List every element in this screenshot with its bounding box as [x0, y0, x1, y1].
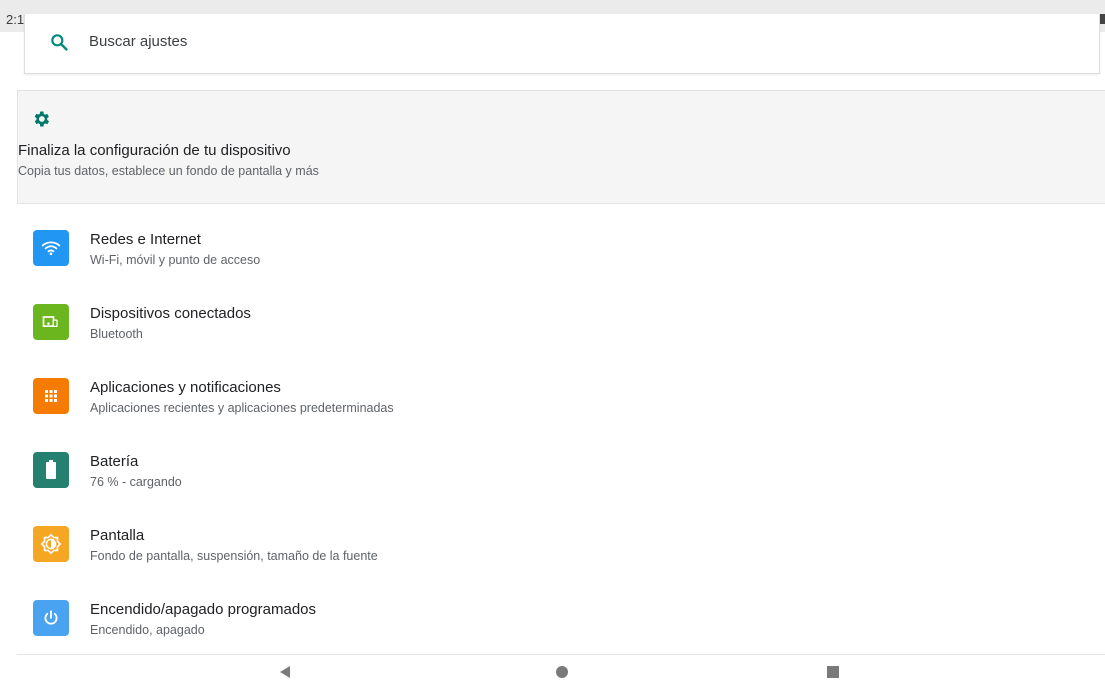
settings-item-title: Aplicaciones y notificaciones	[90, 379, 281, 396]
settings-item-title: Encendido/apagado programados	[90, 601, 317, 618]
settings-item-subtitle: Wi-Fi, móvil y punto de acceso	[90, 253, 261, 267]
battery-icon	[33, 452, 69, 488]
wifi-icon	[33, 230, 69, 266]
settings-item-title: Redes e Internet	[90, 231, 201, 248]
settings-item-subtitle: Fondo de pantalla, suspensión, tamaño de…	[90, 549, 378, 563]
brightness-icon	[33, 526, 69, 562]
settings-item-title: Batería	[90, 453, 139, 470]
devices-icon	[33, 304, 69, 340]
setup-card-subtitle: Copia tus datos, establece un fondo de p…	[18, 164, 319, 178]
settings-item-scheduled-power[interactable]: Encendido/apagado programados Encendido,…	[0, 590, 1105, 664]
search-input[interactable]: Buscar ajustes	[89, 33, 187, 50]
power-icon	[33, 600, 69, 636]
settings-item-battery[interactable]: Batería 76 % - cargando	[0, 442, 1105, 516]
navigation-bar	[0, 655, 1105, 684]
search-bar[interactable]: Buscar ajustes	[24, 14, 1100, 74]
gear-icon	[34, 111, 49, 127]
settings-item-connected-devices[interactable]: Dispositivos conectados Bluetooth	[0, 294, 1105, 368]
back-icon[interactable]	[278, 665, 292, 679]
settings-item-apps[interactable]: Aplicaciones y notificaciones Aplicacion…	[0, 368, 1105, 442]
setup-card-title: Finaliza la configuración de tu disposit…	[18, 142, 291, 159]
settings-item-subtitle: 76 % - cargando	[90, 475, 182, 489]
recents-icon[interactable]	[826, 665, 840, 679]
settings-item-title: Dispositivos conectados	[90, 305, 251, 322]
settings-item-display[interactable]: Pantalla Fondo de pantalla, suspensión, …	[0, 516, 1105, 590]
settings-item-subtitle: Encendido, apagado	[90, 623, 205, 637]
settings-item-subtitle: Bluetooth	[90, 327, 143, 341]
setup-suggestion-card[interactable]: Finaliza la configuración de tu disposit…	[17, 90, 1105, 204]
home-icon[interactable]	[555, 665, 569, 679]
settings-item-network[interactable]: Redes e Internet Wi-Fi, móvil y punto de…	[0, 220, 1105, 294]
apps-grid-icon	[33, 378, 69, 414]
settings-item-title: Pantalla	[90, 527, 145, 544]
search-icon	[51, 34, 68, 51]
settings-item-subtitle: Aplicaciones recientes y aplicaciones pr…	[90, 401, 394, 415]
